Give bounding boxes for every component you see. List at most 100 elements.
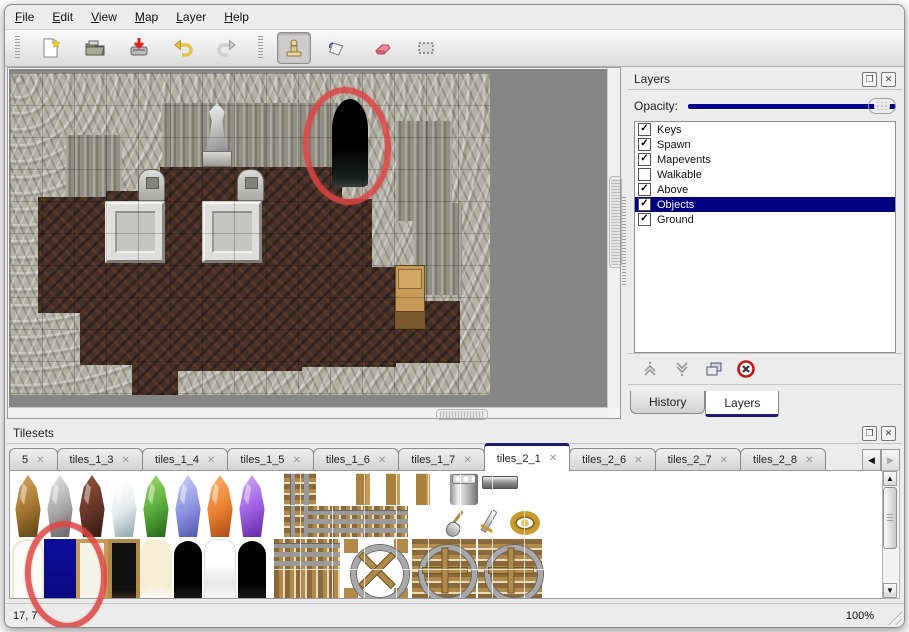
tab-close-icon[interactable]: ✕: [549, 453, 557, 464]
tab-close-icon[interactable]: ✕: [207, 455, 215, 466]
layer-row-ground[interactable]: ✓Ground: [635, 212, 895, 227]
tileset-tab-tiles_2_8[interactable]: tiles_2_8✕: [740, 448, 826, 471]
layer-row-walkable[interactable]: Walkable: [635, 167, 895, 182]
opacity-slider[interactable]: [688, 98, 896, 114]
lower-layer-button[interactable]: [672, 359, 692, 379]
tileset-tab-tiles_1_3[interactable]: tiles_1_3✕: [57, 448, 143, 471]
tileset-tab-tiles_1_5[interactable]: tiles_1_5✕: [227, 448, 313, 471]
stone-pillar-tile[interactable]: [450, 473, 478, 505]
arch-black-2-tile[interactable]: [236, 539, 268, 599]
open-button[interactable]: [78, 32, 112, 64]
toolbar-gripper[interactable]: [258, 36, 263, 60]
layer-row-objects[interactable]: ✓Objects: [635, 197, 895, 212]
redo-button[interactable]: [210, 32, 244, 64]
map-content[interactable]: [10, 73, 490, 395]
tab-scroll-right-icon[interactable]: ▶: [881, 449, 900, 471]
rope-coil-icon[interactable]: [510, 511, 540, 535]
rail-joint-tile[interactable]: [274, 539, 340, 599]
crystal-blue[interactable]: [172, 473, 204, 537]
layer-checkbox[interactable]: ✓: [638, 183, 651, 196]
layer-checkbox[interactable]: [638, 168, 651, 181]
tab-close-icon[interactable]: ✕: [634, 455, 642, 466]
arch-black-tile[interactable]: [172, 539, 204, 599]
menu-item-map[interactable]: Map: [135, 10, 158, 24]
tileset-tab-tiles_1_6[interactable]: tiles_1_6✕: [313, 448, 399, 471]
tab-close-icon[interactable]: ✕: [122, 455, 130, 466]
eraser-tool-button[interactable]: [365, 32, 399, 64]
crystal-maroon[interactable]: [76, 473, 108, 537]
tab-close-icon[interactable]: ✕: [292, 455, 300, 466]
tileset-scrollbar-thumb[interactable]: [883, 487, 897, 549]
layer-row-above[interactable]: ✓Above: [635, 182, 895, 197]
sword-icon[interactable]: [474, 507, 502, 537]
tab-close-icon[interactable]: ✕: [463, 455, 471, 466]
map-vertical-scrollbar[interactable]: [607, 68, 620, 408]
layer-list[interactable]: ✓Keys✓Spawn✓MapeventsWalkable✓Above✓Obje…: [634, 121, 896, 353]
layer-row-spawn[interactable]: ✓Spawn: [635, 137, 895, 152]
toolbar-gripper[interactable]: [15, 36, 20, 60]
duplicate-layer-button[interactable]: [704, 359, 724, 379]
close-panel-icon[interactable]: [881, 426, 896, 441]
fill-tool-button[interactable]: [321, 32, 355, 64]
layer-row-mapevents[interactable]: ✓Mapevents: [635, 152, 895, 167]
menu-item-layer[interactable]: Layer: [176, 10, 206, 24]
opacity-slider-track[interactable]: [688, 104, 896, 109]
tab-close-icon[interactable]: ✕: [378, 455, 386, 466]
tab-close-icon[interactable]: ✕: [36, 455, 44, 466]
selected-door-dark-blue-tile[interactable]: [44, 539, 76, 599]
map-horizontal-scrollbar[interactable]: [8, 407, 608, 418]
doorframe-dark-tile[interactable]: [108, 539, 140, 599]
crystal-white[interactable]: [108, 473, 140, 537]
float-panel-icon[interactable]: [862, 72, 877, 87]
tab-close-icon[interactable]: ✕: [805, 455, 813, 466]
tileset-content[interactable]: [9, 470, 884, 599]
dock-tab-layers[interactable]: Layers: [705, 391, 779, 417]
layer-checkbox[interactable]: ✓: [638, 123, 651, 136]
doorframe-light-tile[interactable]: [76, 539, 108, 599]
scroll-down-icon[interactable]: ▼: [883, 583, 897, 598]
panel-splitter-handle[interactable]: [621, 67, 627, 419]
stamp-tool-button[interactable]: [277, 32, 311, 64]
crystal-orange[interactable]: [204, 473, 236, 537]
tileset-tab-tiles_2_7[interactable]: tiles_2_7✕: [655, 448, 741, 471]
layer-checkbox[interactable]: ✓: [638, 153, 651, 166]
arch-faint-white-tile[interactable]: [12, 539, 44, 599]
rail-crossing-tile[interactable]: [478, 539, 542, 599]
menu-item-file[interactable]: File: [15, 10, 34, 24]
layer-checkbox[interactable]: ✓: [638, 213, 651, 226]
crystal-silver[interactable]: [44, 473, 76, 537]
menu-item-view[interactable]: View: [91, 10, 117, 24]
map-horizontal-scrollbar-thumb[interactable]: [436, 409, 488, 420]
tileset-tab-tiles_1_4[interactable]: tiles_1_4✕: [142, 448, 228, 471]
map-canvas[interactable]: [9, 69, 607, 407]
opacity-slider-handle[interactable]: [868, 98, 896, 114]
raise-layer-button[interactable]: [640, 359, 660, 379]
crystal-brown[interactable]: [12, 473, 44, 537]
tileset-tiles[interactable]: [12, 473, 572, 599]
arch-cream-tile[interactable]: [140, 539, 172, 599]
tileset-tab-tiles_2_1[interactable]: tiles_2_1✕: [484, 443, 570, 471]
resize-grip[interactable]: [886, 609, 902, 625]
new-file-button[interactable]: [34, 32, 68, 64]
close-panel-icon[interactable]: [881, 72, 896, 87]
arch-pale-tile[interactable]: [204, 539, 236, 599]
tab-scroll-left-icon[interactable]: ◀: [862, 449, 881, 471]
menu-item-edit[interactable]: Edit: [52, 10, 73, 24]
float-panel-icon[interactable]: [862, 426, 877, 441]
tileset-tab-tiles_2_6[interactable]: tiles_2_6✕: [569, 448, 655, 471]
wood-beams-tile[interactable]: [356, 473, 446, 505]
layer-row-keys[interactable]: ✓Keys: [635, 122, 895, 137]
menu-item-help[interactable]: Help: [224, 10, 249, 24]
rails-horizontal-tile[interactable]: [308, 506, 408, 537]
tab-close-icon[interactable]: ✕: [720, 455, 728, 466]
shovel-icon[interactable]: [442, 507, 472, 537]
dock-tab-history[interactable]: History: [630, 391, 705, 414]
layer-checkbox[interactable]: ✓: [638, 198, 651, 211]
tileset-tab-tiles_1_7[interactable]: tiles_1_7✕: [398, 448, 484, 471]
scroll-up-icon[interactable]: ▲: [883, 471, 897, 486]
metal-beam-tile[interactable]: [482, 476, 518, 489]
rail-wheel-tile[interactable]: [344, 539, 408, 599]
layer-checkbox[interactable]: ✓: [638, 138, 651, 151]
crystal-green[interactable]: [140, 473, 172, 537]
select-tool-button[interactable]: [409, 32, 443, 64]
